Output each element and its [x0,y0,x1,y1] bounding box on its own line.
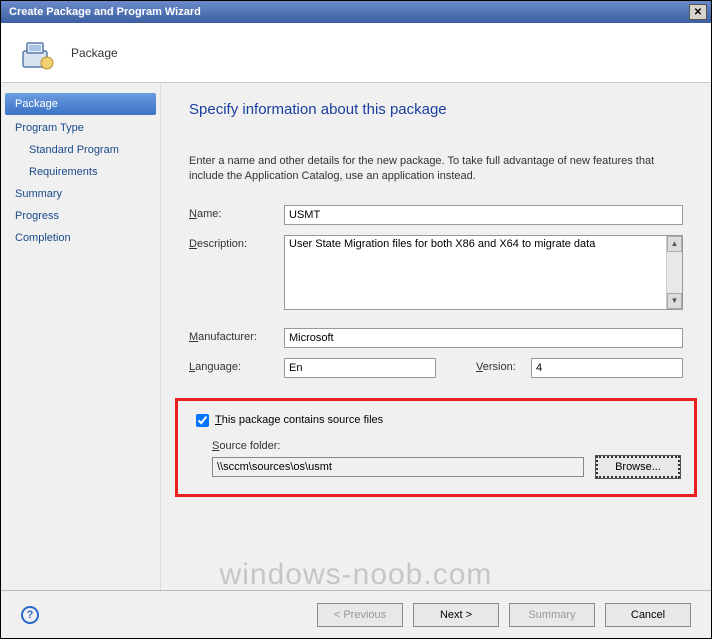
sidebar-item-package[interactable]: Package [5,93,156,115]
close-button[interactable]: ✕ [689,4,707,20]
instruction-text: Enter a name and other details for the n… [189,154,683,185]
description-wrap: ▲ ▼ [284,235,683,310]
sidebar-item-progress[interactable]: Progress [1,205,160,227]
scroll-down-icon[interactable]: ▼ [667,293,682,309]
help-icon[interactable]: ? [21,606,39,624]
description-scrollbar[interactable]: ▲ ▼ [666,236,682,309]
source-folder-label: Source folder: [212,440,680,452]
version-label: Version: [476,358,531,373]
window-title: Create Package and Program Wizard [5,6,689,18]
language-input[interactable] [284,358,436,378]
source-files-checkbox[interactable] [196,414,209,427]
titlebar: Create Package and Program Wizard ✕ [1,1,711,23]
description-label: Description: [189,235,284,250]
name-label: Name: [189,205,284,220]
close-icon: ✕ [694,7,702,18]
sidebar: Package Program Type Standard Program Re… [1,83,161,590]
browse-button[interactable]: Browse... [596,456,680,478]
content-area: Package Program Type Standard Program Re… [1,83,711,590]
source-files-section: This package contains source files Sourc… [175,398,697,497]
next-button[interactable]: Next > [413,603,499,627]
name-input[interactable] [284,205,683,225]
sidebar-item-completion[interactable]: Completion [1,227,160,249]
summary-button: Summary [509,603,595,627]
description-input[interactable] [285,236,666,309]
banner: Package [1,23,711,83]
manufacturer-label: Manufacturer: [189,328,284,343]
manufacturer-input[interactable] [284,328,683,348]
sidebar-item-summary[interactable]: Summary [1,183,160,205]
cancel-button[interactable]: Cancel [605,603,691,627]
main-panel: Specify information about this package E… [161,83,711,590]
scroll-up-icon[interactable]: ▲ [667,236,682,252]
package-icon [17,33,57,73]
language-label: Language: [189,358,284,373]
banner-title: Package [71,46,118,60]
source-files-checkbox-label: This package contains source files [215,414,383,426]
sidebar-item-program-type[interactable]: Program Type [1,117,160,139]
sidebar-item-standard-program[interactable]: Standard Program [1,139,160,161]
previous-button: < Previous [317,603,403,627]
version-input[interactable] [531,358,683,378]
button-bar: ? < Previous Next > Summary Cancel [1,590,711,638]
source-folder-input[interactable] [212,457,584,477]
sidebar-item-requirements[interactable]: Requirements [1,161,160,183]
page-heading: Specify information about this package [189,101,683,124]
